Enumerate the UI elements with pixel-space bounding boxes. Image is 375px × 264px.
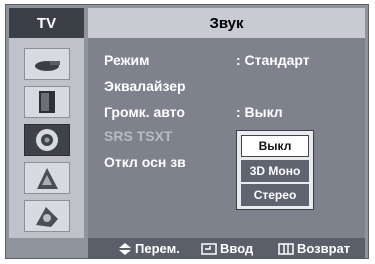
channel-icon bbox=[37, 168, 58, 189]
menu-item-label: Откл осн зв bbox=[104, 154, 186, 170]
footer-enter: Ввод bbox=[201, 241, 253, 256]
menu-item-label: Режим bbox=[104, 52, 150, 68]
footer-help-bar: Перем. Ввод Возврат bbox=[88, 238, 365, 259]
footer-return-label: Возврат bbox=[297, 241, 351, 256]
menu-item-label: Громк. авто bbox=[104, 104, 185, 120]
sidebar-item-channel[interactable] bbox=[24, 162, 70, 194]
sound-menu-panel: Режим : Стандарт Эквалайзер Громк. авто … bbox=[88, 38, 365, 238]
menu-item-equalizer[interactable]: Эквалайзер bbox=[104, 78, 186, 100]
up-down-arrows-icon bbox=[118, 242, 132, 256]
srs-options-dropdown[interactable]: Выкл 3D Моно Стерео bbox=[236, 130, 314, 210]
sidebar-item-setup[interactable] bbox=[24, 200, 70, 232]
menu-item-auto-volume[interactable]: Громк. авто : Выкл bbox=[104, 104, 283, 126]
page-title: Звук bbox=[88, 8, 365, 38]
tv-menu-screen: TV Звук Режим: Стандарт Эквалайзер Гром… bbox=[0, 0, 375, 264]
footer-return: Возврат bbox=[278, 241, 350, 256]
setup-icon bbox=[36, 207, 58, 227]
footer-move: Перем. bbox=[118, 241, 180, 256]
sidebar-item-input[interactable] bbox=[24, 48, 70, 80]
menu-item-value: : Выкл bbox=[236, 104, 283, 120]
display-icon bbox=[39, 91, 55, 113]
menu-item-label: Эквалайзер bbox=[104, 78, 186, 94]
menu-item-value: : Стандарт bbox=[236, 52, 310, 68]
menu-item-srs-tsxt[interactable]: SRS TSXT : bbox=[104, 128, 241, 150]
tv-tab[interactable]: TV bbox=[9, 8, 84, 38]
option-stereo[interactable]: Стерео bbox=[241, 184, 309, 206]
option-off[interactable]: Выкл bbox=[241, 135, 309, 157]
footer-move-label: Перем. bbox=[135, 241, 180, 256]
menu-item-mute-main[interactable]: Откл осн зв : bbox=[104, 154, 241, 176]
sidebar bbox=[9, 38, 84, 238]
sidebar-item-sound[interactable] bbox=[24, 124, 70, 156]
option-3d-mono[interactable]: 3D Моно bbox=[241, 160, 309, 182]
menu-item-mode[interactable]: Режим : Стандарт bbox=[104, 52, 310, 74]
antenna-icon bbox=[35, 61, 60, 71]
enter-icon bbox=[201, 242, 217, 255]
sidebar-item-picture[interactable] bbox=[24, 86, 70, 118]
speaker-icon bbox=[36, 129, 58, 151]
menu-return-icon bbox=[278, 242, 294, 255]
menu-item-label: SRS TSXT bbox=[104, 128, 173, 144]
footer-enter-label: Ввод bbox=[220, 241, 254, 256]
